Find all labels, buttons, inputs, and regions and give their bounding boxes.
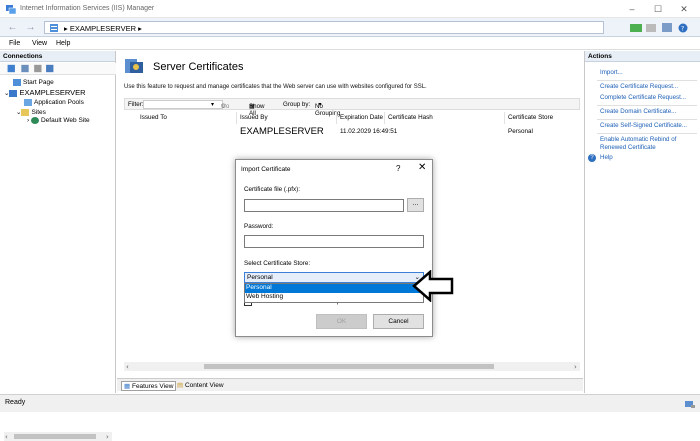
- content-view-icon: ▤: [177, 382, 184, 389]
- page-title: Server Certificates: [153, 61, 244, 73]
- breadcrumb-path: ▸ EXAMPLESERVER ▸: [64, 24, 142, 33]
- breadcrumb[interactable]: ▸ EXAMPLESERVER ▸: [44, 21, 604, 34]
- column-separator: [384, 112, 385, 124]
- group-by-label: Group by:: [283, 101, 311, 108]
- window-title: Internet Information Services (IIS) Mana…: [20, 5, 155, 12]
- svg-text:‹: ‹: [5, 433, 8, 441]
- actions-header: Actions: [585, 51, 700, 62]
- address-bar: ← → ▸ EXAMPLESERVER ▸ ?: [0, 18, 700, 37]
- browse-button[interactable]: ...: [407, 198, 424, 212]
- column-certificate-hash[interactable]: Certificate Hash: [388, 114, 433, 121]
- certificate-file-input[interactable]: [244, 199, 404, 212]
- svg-text:›: ›: [574, 363, 577, 371]
- svg-text:›: ›: [106, 433, 109, 441]
- app-pool-icon: [24, 99, 32, 106]
- column-expiration-date[interactable]: Expiration Date: [340, 114, 383, 121]
- tree-item-server[interactable]: ⌄ EXAMPLESERVER: [4, 88, 86, 97]
- back-arrow-icon[interactable]: ←: [6, 22, 19, 33]
- svg-text:?: ?: [681, 26, 684, 33]
- action-create-self-signed-certificate[interactable]: Create Self-Signed Certificate...: [600, 122, 687, 130]
- iis-app-icon: [6, 5, 16, 14]
- minimize-button[interactable]: –: [622, 3, 642, 15]
- action-enable-automatic-rebind[interactable]: Enable Automatic Rebind of: [600, 136, 676, 144]
- group-by-select[interactable]: No Grouping ▾: [315, 101, 340, 117]
- password-input[interactable]: [244, 235, 424, 248]
- connections-pane: Connections Start Page ⌄ EXAMPLESERVER Ap…: [0, 51, 116, 441]
- certificate-store-selected: Personal: [247, 274, 273, 281]
- chevron-down-icon[interactable]: ▾: [211, 101, 214, 108]
- import-certificate-dialog: Import Certificate ? ✕ Certificate file …: [235, 159, 433, 337]
- connections-horizontal-scrollbar[interactable]: ‹ ›: [4, 432, 112, 441]
- globe-icon: [30, 117, 39, 124]
- tree-item-start-page[interactable]: Start Page: [13, 79, 54, 86]
- status-bar: Ready: [0, 394, 700, 412]
- cell-issued-by: EXAMPLESERVER: [240, 126, 324, 137]
- column-issued-by[interactable]: Issued By: [240, 114, 268, 121]
- column-certificate-store[interactable]: Certificate Store: [508, 114, 553, 121]
- dialog-help-button[interactable]: ?: [396, 164, 400, 173]
- action-complete-certificate-request[interactable]: Complete Certificate Request...: [600, 94, 686, 102]
- annotation-arrow-icon: [412, 270, 454, 302]
- close-button[interactable]: ✕: [674, 3, 694, 15]
- filter-label: Filter:: [128, 101, 144, 108]
- features-view-icon: ▦: [124, 383, 131, 390]
- certificate-store-select[interactable]: Personal ⌄: [244, 272, 424, 283]
- tree-item-app-pools[interactable]: Application Pools: [24, 99, 84, 106]
- network-status-icon: [685, 401, 695, 408]
- menu-file[interactable]: File: [9, 40, 20, 47]
- menu-bar: File View Help: [0, 37, 700, 50]
- action-separator: [597, 133, 697, 134]
- connections-toolbar-icons[interactable]: [0, 63, 116, 75]
- cell-expiration-date: 11.02.2029 16:49:51: [340, 128, 398, 135]
- action-import[interactable]: Import...: [600, 69, 623, 77]
- server-certificates-icon: [125, 59, 143, 73]
- dialog-close-button[interactable]: ✕: [418, 162, 426, 173]
- store-option-personal[interactable]: Personal: [245, 284, 423, 293]
- ok-button[interactable]: OK: [316, 314, 367, 329]
- certificate-store-label: Select Certificate Store:: [244, 260, 311, 267]
- view-tabs: ▦ Features View ▤ Content View: [117, 378, 583, 391]
- title-bar: Internet Information Services (IIS) Mana…: [0, 0, 700, 18]
- forward-arrow-icon[interactable]: →: [24, 22, 37, 33]
- server-icon: [9, 89, 18, 97]
- chevron-right-icon[interactable]: ›: [27, 117, 29, 124]
- certificate-file-label: Certificate file (.pfx):: [244, 186, 300, 193]
- action-separator: [597, 105, 697, 106]
- tab-features-view[interactable]: ▦ Features View: [121, 381, 177, 391]
- tab-content-view[interactable]: ▤ Content View: [175, 381, 226, 391]
- column-separator: [236, 112, 237, 124]
- action-separator: [597, 119, 697, 120]
- action-help[interactable]: Help: [600, 154, 613, 162]
- action-separator: [597, 80, 697, 81]
- main-horizontal-scrollbar[interactable]: ‹ ›: [124, 362, 580, 371]
- actions-pane: Actions Import... Create Certificate Req…: [584, 51, 700, 393]
- connections-header: Connections: [0, 51, 115, 62]
- tree-item-sites[interactable]: ⌄ Sites: [16, 108, 46, 116]
- column-separator: [336, 112, 337, 124]
- maximize-button[interactable]: ☐: [648, 3, 668, 15]
- toolbar-icons[interactable]: ?: [630, 22, 696, 33]
- page-description: Use this feature to request and manage c…: [124, 84, 427, 90]
- help-icon: ?: [588, 154, 596, 162]
- svg-text:‹: ‹: [126, 363, 129, 371]
- action-create-domain-certificate[interactable]: Create Domain Certificate...: [600, 108, 676, 116]
- cancel-button[interactable]: Cancel: [373, 314, 424, 329]
- status-text: Ready: [5, 399, 26, 406]
- action-create-certificate-request[interactable]: Create Certificate Request...: [600, 83, 678, 91]
- server-icon: [50, 24, 58, 32]
- column-separator: [504, 112, 505, 124]
- menu-view[interactable]: View: [32, 40, 47, 47]
- certificate-store-dropdown-list: Personal Web Hosting: [244, 283, 424, 303]
- sites-folder-icon: [21, 108, 30, 116]
- start-page-icon: [13, 79, 21, 86]
- filter-bar: Filter: ▾ ⛛ Go ▦ Show All Group by: No G…: [124, 98, 580, 117]
- column-issued-to[interactable]: Issued To: [140, 114, 167, 121]
- action-enable-automatic-rebind-line2[interactable]: Renewed Certificate: [600, 144, 656, 152]
- menu-help[interactable]: Help: [56, 40, 70, 47]
- cell-certificate-store: Personal: [508, 128, 533, 135]
- password-label: Password:: [244, 223, 274, 230]
- tree-item-default-web-site[interactable]: › Default Web Site: [27, 117, 90, 124]
- dialog-title: Import Certificate: [241, 166, 291, 173]
- store-option-web-hosting[interactable]: Web Hosting: [245, 293, 423, 302]
